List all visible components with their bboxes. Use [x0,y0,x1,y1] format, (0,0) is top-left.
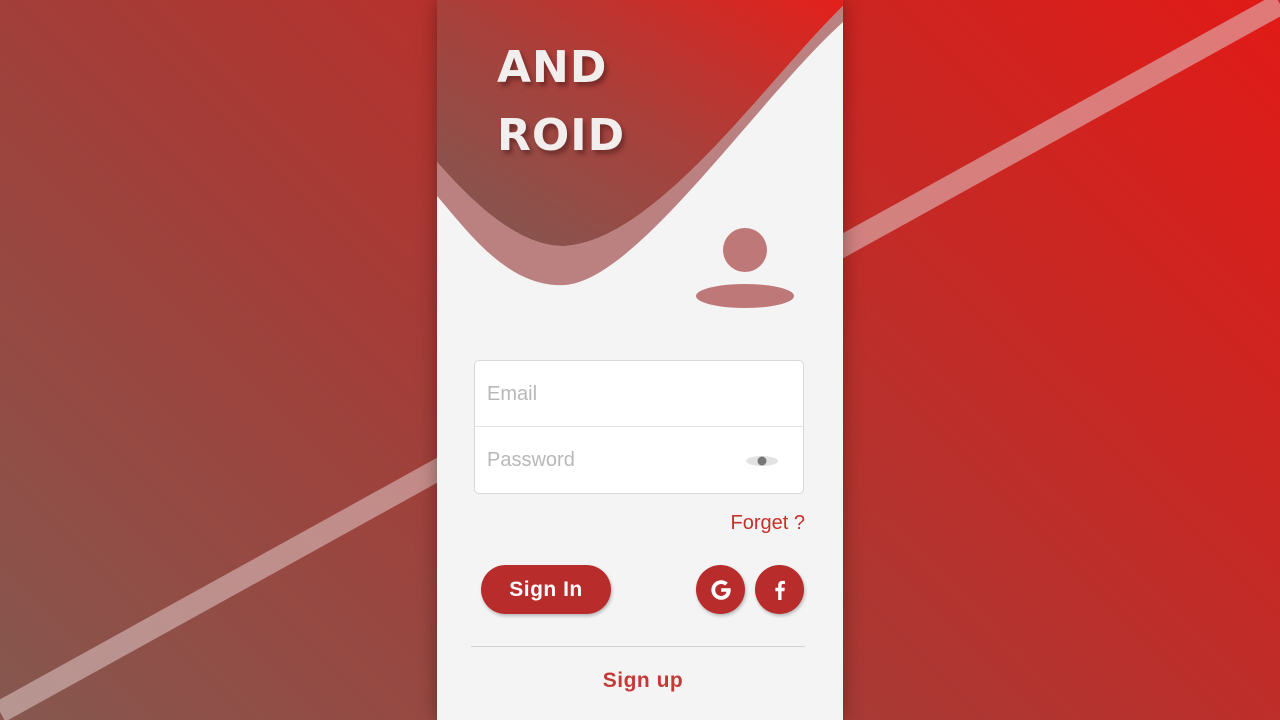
sign-up-link[interactable]: Sign up [437,669,843,693]
eye-icon[interactable] [745,453,779,469]
user-avatar-icon [696,228,794,308]
google-sign-in-button[interactable] [696,565,745,614]
sign-in-button[interactable]: Sign In [481,565,611,614]
divider [471,646,805,647]
email-row [475,361,803,427]
login-form [474,360,804,494]
forgot-password-link[interactable]: Forget ? [731,512,805,535]
google-icon [710,579,731,600]
password-row [475,427,803,493]
background: AND ROID Forget ? Sign In [0,0,1280,720]
logo-text-line-2: ROID [497,110,626,161]
login-screen: AND ROID Forget ? Sign In [437,0,843,720]
password-field[interactable] [487,449,737,472]
logo-text-line-1: AND [497,42,608,93]
facebook-sign-in-button[interactable] [755,565,804,614]
facebook-icon [774,580,785,600]
email-field[interactable] [487,383,737,406]
